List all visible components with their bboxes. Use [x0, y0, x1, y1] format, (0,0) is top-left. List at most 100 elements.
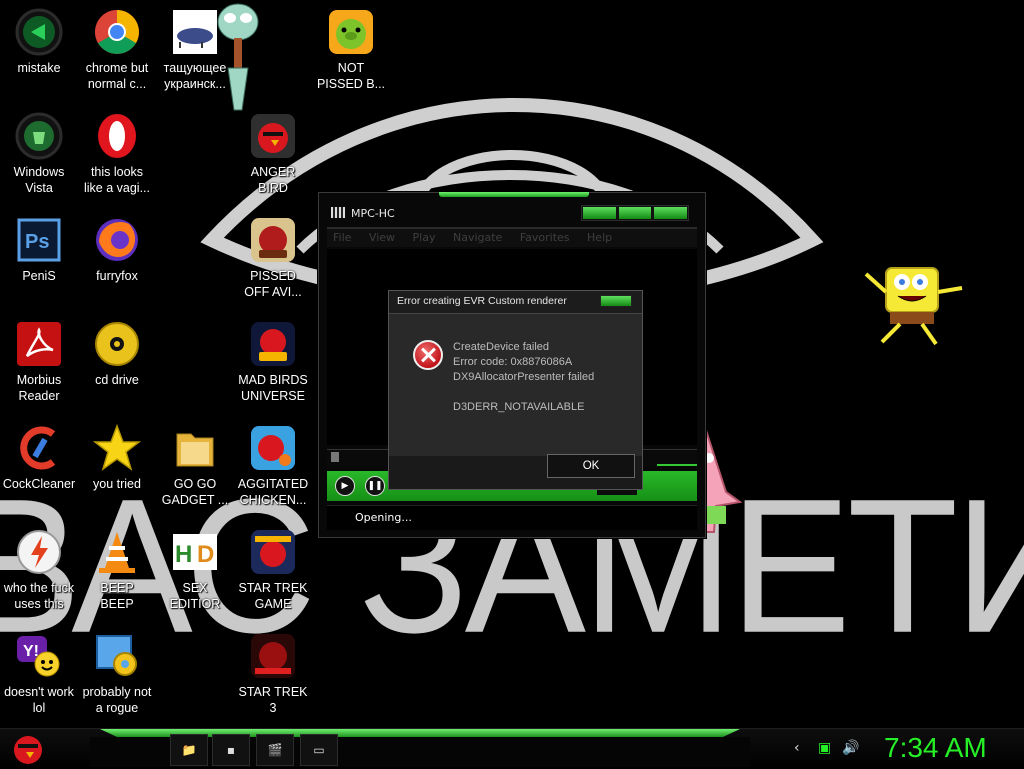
icon-label: this looks like a vagi... — [83, 165, 150, 195]
angry-birds-space-icon — [249, 320, 297, 368]
window-controls — [581, 205, 689, 221]
tray-expand-icon[interactable]: ‹ — [794, 740, 800, 756]
dialog-message: CreateDevice failed Error code: 0x887608… — [453, 340, 594, 415]
desktop-icon-not-pissed[interactable]: NOT PISSED B... — [310, 8, 392, 92]
icon-label: PeniS — [22, 269, 56, 283]
icon-label: BEEP BEEP — [100, 581, 134, 611]
angry-birds-seasons-icon — [249, 216, 297, 264]
window-icon: ▭ — [313, 743, 325, 757]
window-title: MPC-HC — [331, 207, 395, 220]
menu-bar: File View Play Navigate Favorites Help — [327, 227, 697, 247]
icon-label: NOT PISSED B... — [316, 61, 386, 91]
desktop-icon-penis[interactable]: Ps PeniS — [0, 216, 80, 284]
icon-label: STAR TREK GAME — [238, 581, 308, 611]
folder-icon: 📁 — [181, 743, 197, 757]
cd-drive-icon — [93, 320, 141, 368]
maximize-button[interactable] — [618, 207, 652, 219]
bad-piggies-icon — [327, 8, 375, 56]
dialog-close-button[interactable] — [600, 295, 632, 307]
yahoo-messenger-icon: Y! — [15, 632, 63, 680]
menu-play[interactable]: Play — [413, 231, 436, 244]
icon-label: ANGER BIRD — [250, 165, 296, 195]
volume-icon[interactable]: 🔊 — [842, 740, 859, 756]
close-button[interactable] — [654, 207, 688, 219]
desktop-icon-morbius-reader[interactable]: Morbius Reader — [0, 320, 80, 404]
icon-label: doesn't work lol — [4, 685, 74, 715]
firefox-icon — [93, 216, 141, 264]
start-button[interactable] — [8, 730, 48, 766]
menu-favorites[interactable]: Favorites — [520, 231, 570, 244]
icon-label: you tried — [93, 477, 141, 491]
photoshop-icon: Ps — [15, 216, 63, 264]
network-icon[interactable]: ▣ — [818, 740, 831, 756]
hxd-icon: HD — [171, 528, 219, 576]
taskbar-app-button[interactable]: ▪ — [212, 734, 250, 766]
ccleaner-icon — [15, 424, 63, 472]
desktop-icon-you-tried[interactable]: you tried — [76, 423, 158, 492]
icon-label: CockCleaner — [2, 477, 76, 491]
pause-button[interactable]: ❚❚ — [365, 476, 385, 496]
desktop-icon-windows-vista[interactable]: Windows Vista — [0, 112, 80, 196]
svg-text:H: H — [175, 541, 192, 568]
menu-view[interactable]: View — [369, 231, 395, 244]
dialog-title: Error creating EVR Custom renderer — [397, 295, 567, 307]
icon-label: probably not a rogue — [82, 685, 152, 715]
menu-file[interactable]: File — [333, 231, 351, 244]
icon-label: chrome but normal c... — [85, 61, 149, 91]
taskbar-explorer-button[interactable]: 📁 — [170, 734, 208, 766]
spongebob-sticker — [864, 267, 963, 346]
dialog-body: CreateDevice failed Error code: 0x887608… — [389, 314, 642, 456]
desktop-icon-yahoo[interactable]: Y! doesn't work lol — [0, 632, 80, 716]
ok-button[interactable]: OK — [547, 454, 635, 478]
desktop-icon-chrome[interactable]: chrome but normal c... — [76, 8, 158, 92]
icon-label: furryfox — [96, 269, 138, 283]
icon-label: Morbius Reader — [16, 373, 62, 403]
desktop-icon-sex-editior[interactable]: HD SEX EDITIOR — [154, 528, 236, 612]
minimize-button[interactable] — [583, 207, 616, 219]
menu-help[interactable]: Help — [587, 231, 612, 244]
icon-label: who the fuck uses this — [3, 581, 75, 611]
message-line: D3DERR_NOTAVAILABLE — [453, 401, 585, 413]
desktop-icon-go-go-gadget[interactable]: GO GO GADGET ... — [154, 424, 236, 508]
seek-accent — [657, 464, 697, 466]
icon-label: mistake — [17, 61, 61, 75]
desktop-icon-star-trek-game[interactable]: STAR TREK GAME — [232, 528, 314, 612]
icon-label: GO GO GADGET ... — [161, 477, 229, 507]
desktop-icon-mad-birds-universe[interactable]: MAD BIRDS UNIVERSE — [232, 320, 314, 404]
control-panel-icon — [93, 632, 141, 680]
desktop-icon-mistake[interactable]: mistake — [0, 8, 80, 76]
desktop-icon-flash[interactable]: who the fuck uses this — [0, 528, 80, 612]
clapperboard-icon — [331, 207, 345, 218]
message-line: CreateDevice failed — [453, 341, 549, 353]
app-icon: ▪ — [226, 743, 236, 757]
desktop-icon-pissed-off-avi[interactable]: PISSED OFF AVI... — [232, 216, 314, 300]
desktop-icon-star-trek-3[interactable]: STAR TREK 3 — [232, 632, 314, 716]
message-line: DX9AllocatorPresenter failed — [453, 371, 595, 383]
taskbar-window-button[interactable]: ▭ — [300, 734, 338, 766]
icon-label: MAD BIRDS UNIVERSE — [238, 373, 308, 403]
desktop-icon-aggitated-chicken[interactable]: AGGITATED CHICKEN... — [232, 424, 314, 508]
icon-label: PISSED OFF AVI... — [244, 269, 302, 299]
taskbar-mpc-button[interactable]: 🎬 — [256, 734, 294, 766]
opera-icon — [93, 112, 141, 160]
taskbar-clock[interactable]: 7:34 AM — [884, 732, 987, 764]
window-title-text: MPC-HC — [351, 207, 395, 220]
desktop-icon-cockcleaner[interactable]: CockCleaner — [0, 424, 80, 492]
desktop-icon-probably-not-a-rogue[interactable]: probably not a rogue — [76, 632, 158, 716]
desktop-icon-cd-drive[interactable]: cd drive — [76, 320, 158, 388]
vlc-cone-icon — [93, 528, 141, 576]
desktop-icon-furryfox[interactable]: furryfox — [76, 216, 158, 284]
svg-text:Ps: Ps — [25, 231, 49, 253]
play-button[interactable]: ▶ — [335, 476, 355, 496]
desktop-icon-anger-bird[interactable]: ANGER BIRD — [232, 112, 314, 196]
menu-navigate[interactable]: Navigate — [453, 231, 502, 244]
desktop-icon-opera[interactable]: this looks like a vagi... — [76, 112, 158, 196]
desktop-icon-beep-beep[interactable]: BEEP BEEP — [76, 528, 158, 612]
icon-label: cd drive — [95, 373, 139, 387]
icon-label: SEX EDITIOR — [169, 581, 221, 611]
clapperboard-icon: 🎬 — [267, 743, 283, 757]
error-icon — [413, 340, 443, 370]
folder-icon — [171, 424, 219, 472]
seek-handle[interactable] — [331, 452, 339, 462]
angry-birds-rio-icon — [249, 424, 297, 472]
